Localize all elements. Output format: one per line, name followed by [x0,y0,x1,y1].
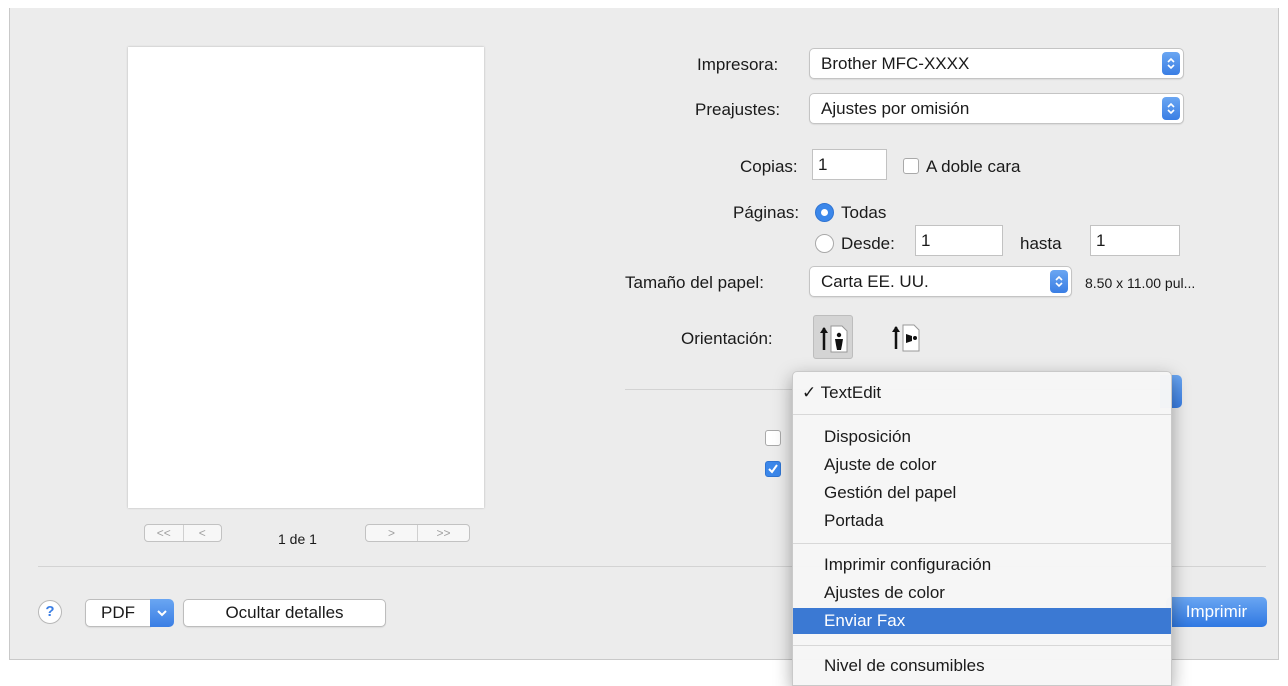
paper-size-popup[interactable]: Carta EE. UU. [809,266,1072,297]
menu-item-layout[interactable]: Disposición [793,424,1171,450]
page-preview [128,47,484,508]
portrait-icon [820,325,848,353]
pages-label: Páginas: [733,203,800,222]
popup-stepper-icon [1050,270,1068,293]
pdf-menu-button[interactable] [150,599,174,627]
copies-field[interactable]: 1 [812,149,887,180]
landscape-icon [892,324,920,352]
pages-from-radio[interactable] [815,234,834,253]
copies-label: Copias: [740,157,798,176]
pages-all-label: Todas [841,203,887,222]
paper-size-value: Carta EE. UU. [821,272,929,291]
checkmark-icon: ✓ [802,383,821,402]
printer-label: Impresora: [697,55,779,74]
pages-to-field[interactable]: 1 [1090,225,1180,256]
presets-popup[interactable]: Ajustes por omisión [809,93,1184,124]
menu-item-cover-page[interactable]: Portada [793,508,1171,534]
paper-dimensions: 8.50 x 11.00 pul... [1085,275,1196,291]
last-page-button[interactable]: >> [417,525,469,541]
printer-popup[interactable]: Brother MFC-XXXX [809,48,1184,79]
checkmark-icon [768,464,778,474]
orientation-portrait-button[interactable] [813,315,853,359]
menu-item-supply-levels[interactable]: Nivel de consumibles [793,653,1171,679]
page-indicator: 1 de 1 [278,531,317,547]
pager-forward-group: > >> [365,524,470,542]
presets-value: Ajustes por omisión [821,99,970,118]
pages-all-radio[interactable] [815,203,834,222]
previous-page-button[interactable]: < [182,525,222,541]
section-menu: ✓ TextEdit Disposición Ajuste de color G… [792,371,1172,686]
pages-from-field[interactable]: 1 [915,225,1003,256]
duplex-checkbox[interactable] [903,158,919,174]
pages-to-label: hasta [1020,234,1062,253]
next-page-button[interactable]: > [366,525,417,541]
menu-separator [793,543,1171,544]
paper-size-label: Tamaño del papel: [625,273,764,292]
menu-item-send-fax[interactable]: Enviar Fax [793,608,1171,634]
presets-label: Preajustes: [695,100,781,119]
orientation-landscape-button[interactable] [886,315,926,359]
help-button[interactable]: ? [38,600,62,624]
menu-separator [793,645,1171,646]
print-button[interactable]: Imprimir [1166,597,1267,627]
printer-value: Brother MFC-XXXX [821,54,970,73]
popup-stepper-icon [1162,97,1180,120]
menu-item-color-settings[interactable]: Ajustes de color [793,580,1171,606]
hide-details-button[interactable]: Ocultar detalles [183,599,386,627]
menu-separator [793,414,1171,415]
menu-item-print-settings[interactable]: Imprimir configuración [793,552,1171,578]
pager-back-group: << < [144,524,222,542]
chevron-down-icon [157,610,167,617]
pages-from-label: Desde: [841,234,895,253]
menu-item-paper-handling[interactable]: Gestión del papel [793,480,1171,506]
first-page-button[interactable]: << [145,525,183,541]
option-checkbox-2[interactable] [765,461,781,477]
pdf-button[interactable]: PDF [85,599,151,627]
menu-item-color-matching[interactable]: Ajuste de color [793,452,1171,478]
popup-stepper-icon [1162,52,1180,75]
duplex-label: A doble cara [926,157,1021,176]
menu-item-textedit[interactable]: ✓ TextEdit [793,380,1171,406]
option-checkbox-1[interactable] [765,430,781,446]
orientation-label: Orientación: [681,329,773,348]
